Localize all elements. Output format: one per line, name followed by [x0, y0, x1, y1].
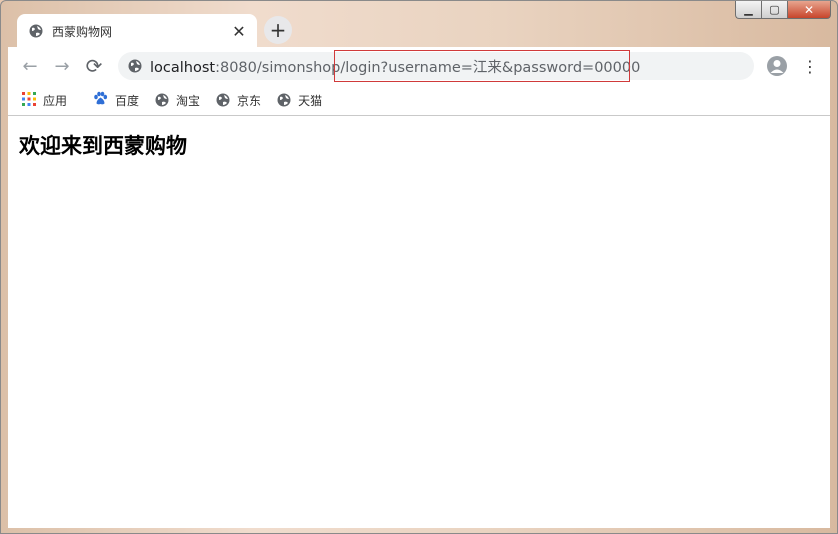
bookmark-apps[interactable]: 应用 [22, 91, 68, 109]
bookmark-label: 京东 [237, 93, 262, 108]
bookmark-baidu[interactable]: 百度 [93, 91, 139, 109]
bookmark-label: 淘宝 [176, 93, 201, 108]
globe-icon [216, 93, 230, 107]
bookmark-tmall[interactable]: 天猫 [277, 92, 322, 109]
globe-icon [155, 93, 169, 107]
back-button[interactable]: ← [16, 52, 44, 80]
bookmark-label: 应用 [43, 93, 68, 108]
bookmark-jd[interactable]: 京东 [216, 92, 261, 109]
browser-window: ▁ ▢ ✕ 西蒙购物网 ✕ + ← → ⟳ localhost:8080/sim… [0, 0, 838, 534]
new-tab-button[interactable]: + [264, 16, 292, 44]
minimize-button[interactable]: ▁ [735, 1, 761, 19]
url-host: localhost [150, 59, 216, 76]
profile-avatar-icon[interactable] [767, 56, 787, 76]
forward-button[interactable]: → [48, 52, 76, 80]
bookmark-label: 天猫 [298, 93, 323, 108]
apps-grid-icon [22, 91, 36, 109]
globe-icon [128, 59, 142, 73]
tab-title: 西蒙购物网 [52, 24, 113, 39]
menu-dots-icon[interactable]: ⋮ [798, 52, 822, 80]
bookmark-taobao[interactable]: 淘宝 [155, 92, 200, 109]
close-window-button[interactable]: ✕ [787, 1, 831, 19]
bookmark-label: 百度 [115, 93, 140, 108]
baidu-paw-icon [93, 91, 108, 109]
bookmarks-bar: 应用 百度 淘宝 京东 天猫 [8, 85, 830, 116]
url-highlight-annotation [334, 50, 630, 82]
reload-button[interactable]: ⟳ [80, 52, 108, 80]
tab-close-icon[interactable]: ✕ [231, 22, 247, 41]
page-heading: 欢迎来到西蒙购物 [19, 134, 187, 158]
tab-active[interactable]: 西蒙购物网 ✕ [17, 14, 257, 48]
page-content: 欢迎来到西蒙购物 [8, 116, 830, 528]
globe-icon [29, 24, 43, 38]
maximize-button[interactable]: ▢ [761, 1, 787, 19]
globe-icon [277, 93, 291, 107]
caption-buttons: ▁ ▢ ✕ [735, 1, 831, 21]
